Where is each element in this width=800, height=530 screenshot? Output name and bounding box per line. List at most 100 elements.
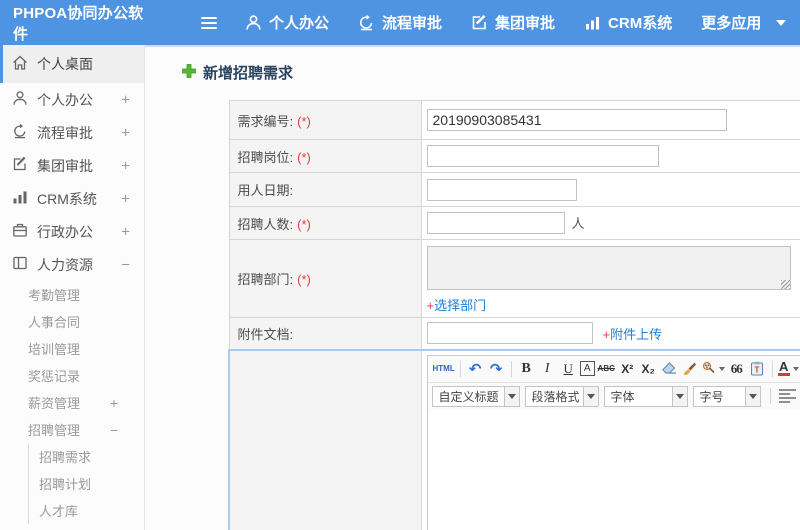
font-color-button[interactable]: A	[777, 358, 799, 379]
menu-icon[interactable]	[201, 14, 217, 32]
sidebar-item-talent-pool[interactable]: 人才库	[29, 497, 144, 524]
expand-icon[interactable]: +	[121, 190, 130, 207]
nav-item-more-apps[interactable]: 更多应用	[701, 12, 761, 33]
subscript-button[interactable]: X₂	[639, 358, 658, 379]
plus-prefix: +	[426, 298, 435, 313]
sidebar-item-personal-desktop[interactable]: 个人桌面	[0, 45, 144, 83]
form-row-job-requirements: 岗位要求:(*) HTML ↶ ↷ B I U	[228, 348, 800, 530]
caret-down-icon	[583, 386, 598, 406]
headcount-input[interactable]	[426, 212, 565, 234]
html-source-button[interactable]: HTML	[433, 358, 455, 379]
hire-date-input[interactable]	[426, 178, 577, 201]
form-row-date: 用人日期:	[228, 172, 800, 207]
sidebar-item-recruit-plan[interactable]: 招聘计划	[29, 470, 144, 497]
toolbar-separator	[769, 388, 771, 404]
caret-down-icon[interactable]	[776, 19, 787, 26]
nav-item-personal-office[interactable]: 个人办公	[245, 12, 329, 33]
blockquote-button[interactable]: 66	[727, 358, 746, 379]
sidebar-item-label: CRM系统	[37, 190, 97, 207]
editor-content-area[interactable]	[427, 409, 800, 530]
sidebar-item-label: 人才库	[39, 504, 79, 519]
caret-down-icon	[744, 386, 760, 406]
caret-down-icon	[671, 386, 687, 406]
resize-grip-icon[interactable]	[780, 280, 790, 289]
briefcase-icon	[12, 222, 37, 241]
expand-icon[interactable]: +	[121, 157, 130, 174]
bold-button[interactable]: B	[517, 358, 536, 379]
attachment-input[interactable]	[426, 322, 593, 345]
sidebar-item-crm[interactable]: CRM系统 +	[0, 182, 144, 215]
sidebar-item-reward-record[interactable]: 奖惩记录	[0, 362, 144, 389]
required-mark: (*)	[297, 272, 311, 287]
collapse-icon[interactable]: −	[121, 256, 130, 273]
sidebar-item-label: 人力资源	[37, 256, 93, 273]
char-border-button[interactable]: A	[579, 361, 595, 376]
select-value: 字号	[699, 389, 724, 404]
position-input[interactable]	[426, 145, 659, 167]
attachment-upload-link[interactable]: +附件上传	[603, 324, 663, 343]
collapse-icon[interactable]: −	[110, 422, 118, 438]
app-window: PHPOA协同办公软件 个人办公 流程审批 集团审批 CRM系统 更多应用 个人…	[0, 0, 800, 530]
sidebar-item-flow-approval[interactable]: 流程审批 +	[0, 116, 144, 149]
caret-down-icon	[792, 366, 799, 371]
sidebar-item-label: 人事合同	[28, 315, 81, 330]
crm-chart-icon	[584, 14, 601, 31]
paste-text-button[interactable]: T	[748, 358, 767, 379]
required-mark: (*)	[297, 113, 311, 129]
field-label-cell: 招聘岗位: (*)	[228, 139, 422, 173]
nav-item-flow-approval[interactable]: 流程审批	[358, 12, 442, 33]
sidebar-item-admin-office[interactable]: 行政办公 +	[0, 215, 144, 248]
sidebar-item-recruit-mgmt[interactable]: 招聘管理 −	[0, 416, 144, 443]
field-label: 附件文档:	[237, 326, 294, 342]
sidebar: 个人桌面 个人办公 + 流程审批 + 集团审批 + CRM系统 + 行政办公 +…	[0, 45, 145, 530]
sidebar-item-hr-contract[interactable]: 人事合同	[0, 308, 144, 335]
custom-title-select[interactable]: 自定义标题	[431, 385, 520, 407]
flow-approval-icon	[358, 14, 375, 31]
toolbar-separator	[771, 360, 773, 377]
sidebar-item-training[interactable]: 培训管理	[0, 335, 144, 362]
sidebar-item-attendance[interactable]: 考勤管理	[0, 281, 144, 308]
sidebar-item-personal-office[interactable]: 个人办公 +	[0, 83, 144, 116]
underline-button[interactable]: U	[559, 358, 578, 379]
home-icon	[12, 55, 37, 74]
department-textarea[interactable]	[426, 246, 791, 290]
nav-item-crm[interactable]: CRM系统	[584, 12, 672, 33]
field-label-cell: 用人日期:	[228, 172, 422, 207]
superscript-button[interactable]: X²	[618, 358, 637, 379]
form-row-department: 招聘部门: (*) +选择部门	[228, 239, 800, 318]
expand-icon[interactable]: +	[121, 91, 130, 108]
link-text: 附件上传	[610, 326, 663, 342]
req-no-input[interactable]	[426, 109, 727, 131]
svg-text:T: T	[755, 366, 760, 375]
sidebar-item-recruit-demand[interactable]: 招聘需求	[29, 443, 144, 470]
expand-icon[interactable]: +	[121, 223, 130, 240]
recruit-demand-form: 需求编号:(*) 招聘岗位:(*) 用人日期: 招聘人数:(*) 人 招聘部门:…	[228, 100, 800, 530]
sidebar-item-salary[interactable]: 薪资管理 +	[0, 389, 144, 416]
page-title: 新增招聘需求	[182, 62, 800, 83]
sidebar-item-hr[interactable]: 人力资源 −	[0, 248, 144, 281]
undo-button[interactable]: ↶	[466, 358, 485, 379]
redo-button[interactable]: ↷	[487, 358, 506, 379]
highlight-color-button[interactable]	[702, 358, 725, 379]
sidebar-item-label: 招聘管理	[28, 423, 81, 438]
sidebar-item-label: 个人办公	[37, 91, 93, 108]
paragraph-format-select[interactable]: 段落格式	[524, 385, 599, 407]
sidebar-item-group-approval[interactable]: 集团审批 +	[0, 149, 144, 182]
italic-button[interactable]: I	[538, 358, 557, 379]
field-label-cell: 招聘人数: (*)	[228, 206, 422, 240]
select-department-link[interactable]: +选择部门	[427, 295, 487, 314]
eraser-button[interactable]	[660, 358, 679, 379]
nav-label: 集团审批	[495, 15, 556, 32]
strikethrough-button[interactable]: ABC	[597, 358, 616, 379]
font-family-select[interactable]: 字体	[603, 385, 688, 407]
nav-label: 更多应用	[701, 15, 762, 32]
align-left-button[interactable]	[778, 389, 796, 403]
nav-item-group-approval[interactable]: 集团审批	[471, 12, 555, 33]
caret-down-icon	[503, 386, 519, 406]
expand-icon[interactable]: +	[121, 124, 130, 141]
font-size-select[interactable]: 字号	[692, 385, 761, 407]
expand-icon[interactable]: +	[110, 395, 118, 411]
sidebar-item-label: 流程审批	[37, 124, 93, 141]
format-brush-button[interactable]	[681, 358, 700, 379]
sidebar-item-label: 薪资管理	[28, 396, 81, 411]
